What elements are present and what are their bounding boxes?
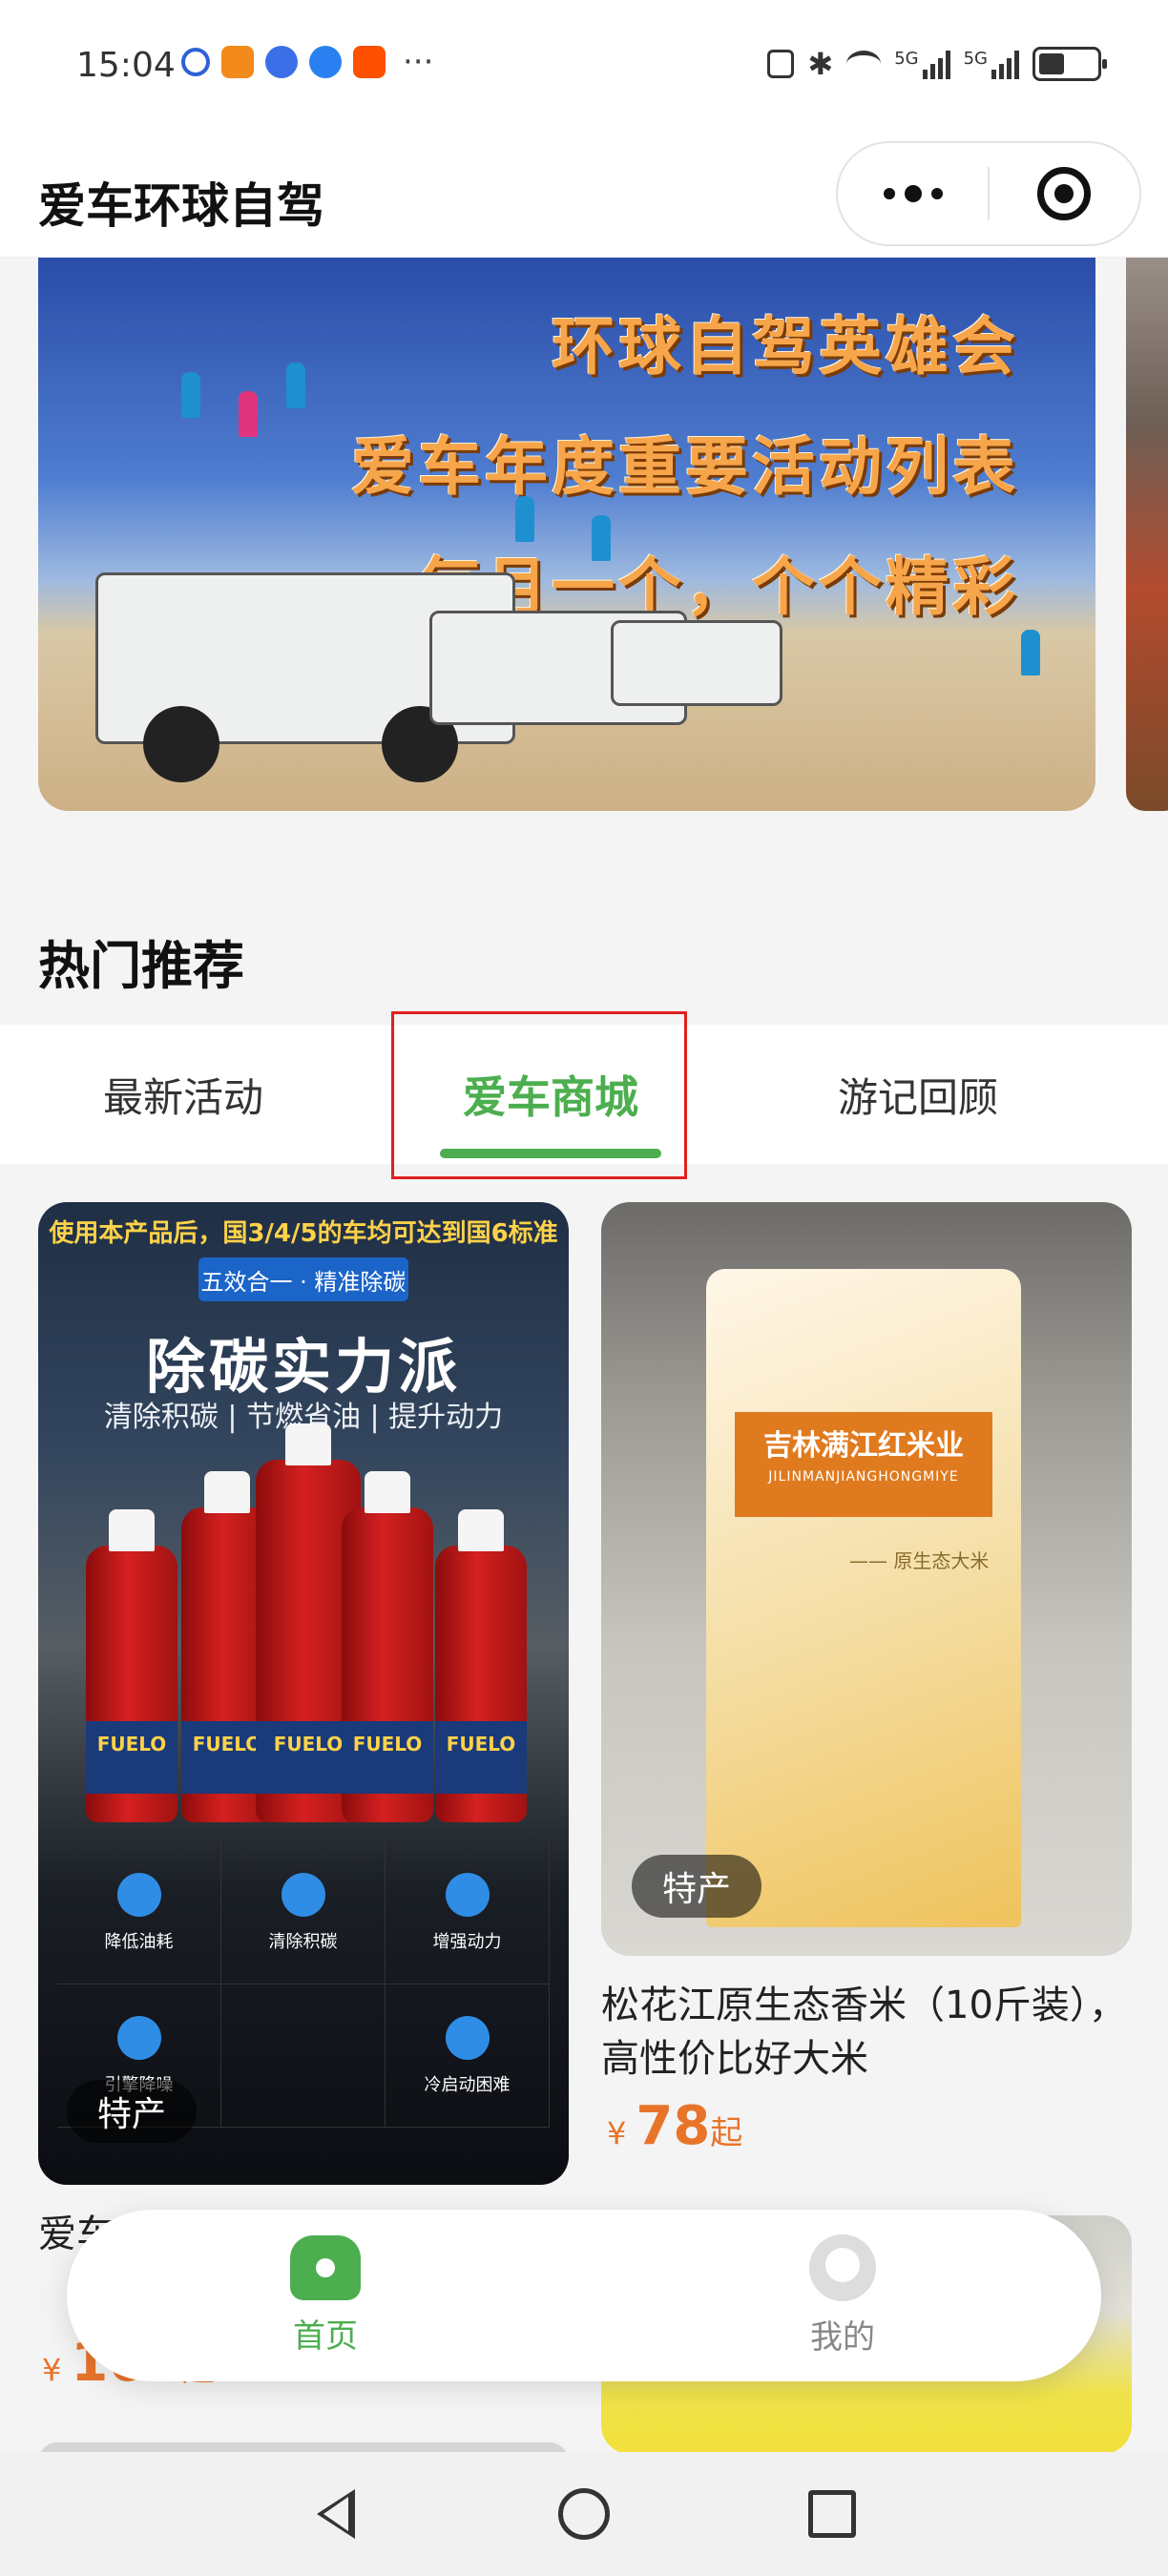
home-icon [290,2234,361,2300]
promo-banner[interactable]: 环球自驾英雄会 爱车年度重要活动列表 每月一个，个个精彩 [38,258,1095,811]
next-banner-peek[interactable] [1126,258,1168,811]
tab-label: 游记回顾 [837,1073,998,1121]
wifi-icon [846,51,882,77]
product-image[interactable]: 吉林满江红米业 JILINMANJIANGHONGMIYE —— 原生态大米 [601,1202,1132,1956]
network-type-label: 5G [894,49,919,69]
status-app-icons: ··· [181,46,433,78]
user-icon [809,2233,876,2301]
product-title[interactable]: 松花江原生态香米（10斤装），高性价比好大米 [601,1979,1132,2086]
heart-app-icon [221,46,254,78]
nav-bar: 爱车环球自驾 [0,134,1168,258]
miniprogram-capsule [836,141,1141,246]
price-suffix: 起 [710,2114,743,2152]
battery-level [1039,53,1064,74]
tab-mine-label: 我的 [810,2317,875,2357]
more-notifications-icon: ··· [403,43,434,81]
feature-label: 增强动力 [432,1931,502,1952]
tab-home-label: 首页 [293,2316,358,2356]
feature-label: 清除积碳 [268,1931,338,1952]
price-value: 78 [636,2095,711,2157]
rice-brand-pinyin: JILINMANJIANGHONGMIYE [768,1469,959,1485]
miniprogram-close-icon[interactable] [990,143,1139,244]
banner-line-2: 爱车年度重要活动列表 [351,430,1019,504]
status-time: 15:04 [76,46,176,85]
feature-item [221,1984,386,2128]
tab-latest-events[interactable]: 最新活动 [0,1025,366,1164]
banner-person [181,372,200,418]
more-dots-icon[interactable] [838,143,988,244]
bottle-image: FUELO [435,1509,527,1822]
signal-bars-2 [991,49,1019,79]
signal-icon: 5G [894,49,950,79]
status-bar: 15:04 ··· ✱ 5G 5G [0,0,1168,134]
bluetooth-icon: ✱ [807,46,834,82]
engine-boost-icon [445,1872,490,1917]
engine-icon [281,1872,325,1917]
feature-item: 降低油耗 [57,1841,221,1984]
product-image[interactable]: 使用本产品后，国3/4/5的车均可达到国6标准 五效合一 · 精准除碳 除碳实力… [38,1202,569,2185]
feature-item: 冷启动困难 [386,1984,550,2128]
fuel-drop-icon [116,1872,161,1917]
signal-bars [922,49,950,79]
feature-item: 增强动力 [386,1841,550,1984]
rice-brand-name: 吉林满江红米业 [763,1429,964,1463]
banner-line-1: 环球自驾英雄会 [552,310,1019,384]
tab-mine[interactable]: 我的 [584,2210,1101,2381]
feature-label: 冷启动困难 [424,2074,511,2095]
chat-app-icon [309,46,342,78]
banner-person [592,515,611,561]
banner-person [286,363,305,408]
banner-wheel [143,706,219,782]
nfc-icon [767,50,795,78]
poster-top-text: 使用本产品后，国3/4/5的车均可达到国6标准 [49,1219,558,1248]
taobao-app-icon [353,46,386,78]
specialty-badge: 特产 [67,2080,198,2143]
signal-icon-2: 5G [964,49,1019,79]
banner-person [515,496,534,542]
bottle-image: FUELO [86,1509,177,1822]
poster-tag: 五效合一 · 精准除碳 [198,1257,408,1301]
bottle-image: FUELO [342,1471,433,1822]
product-price: ¥ 78 起 [607,2095,742,2157]
noise-icon [116,2015,161,2060]
tab-travel-review[interactable]: 游记回顾 [735,1025,1101,1164]
system-nav-bar [0,2452,1168,2576]
price-currency: ¥ [607,2115,627,2151]
tab-home[interactable]: 首页 [67,2210,584,2381]
home-circle-icon[interactable] [555,2485,613,2543]
tab-label: 最新活动 [102,1073,263,1121]
specialty-badge: 特产 [632,1855,762,1918]
music-app-icon [265,46,298,78]
network-type-label-2: 5G [963,49,988,69]
rice-bag-image: 吉林满江红米业 JILINMANJIANGHONGMIYE —— 原生态大米 [706,1269,1021,1927]
banner-person [239,391,258,437]
status-indicators: ✱ 5G 5G [767,46,1107,82]
feature-label: 降低油耗 [104,1931,174,1952]
rice-brand-label: 吉林满江红米业 JILINMANJIANGHONGMIYE [735,1412,992,1517]
rice-tagline: —— 原生态大米 [849,1549,990,1572]
page-title: 爱车环球自驾 [38,178,324,234]
bottom-tab-bar: 首页 我的 [67,2210,1101,2381]
banner-person [1021,630,1040,675]
feature-item: 清除积碳 [221,1841,386,1984]
back-icon[interactable] [307,2485,365,2543]
section-title: 热门推荐 [38,936,244,996]
battery-icon [1032,47,1107,81]
price-currency: ¥ [42,2352,62,2388]
highlight-box [391,1011,687,1179]
poster-headline: 除碳实力派 [145,1332,461,1402]
baidu-app-icon [181,48,210,76]
recents-square-icon[interactable] [803,2485,861,2543]
snowflake-icon [445,2015,490,2060]
banner-vehicle [611,620,782,706]
